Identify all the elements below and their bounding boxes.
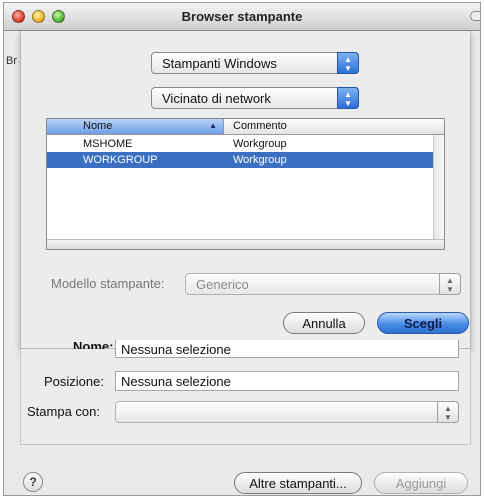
row-name: MSHOME [83,138,133,150]
popup-arrows-icon: ▲ ▼ [337,52,359,74]
printer-browser-window: Browser stampante Br Stampanti Windows ▲… [3,2,481,496]
row-comment: Workgroup [233,138,287,150]
print-with-label: Stampa con: [27,404,100,419]
help-button[interactable]: ? [23,472,43,492]
protocol-popup[interactable]: Stampanti Windows ▲ ▼ [151,52,359,74]
toolbar-toggle-icon[interactable] [470,11,480,21]
list-row-workgroup[interactable]: WORKGROUP Workgroup [47,152,435,168]
printer-details-panel: Nome: Nessuna selezione Posizione: Nessu… [20,339,471,445]
column-header-nome[interactable]: Nome ▲ [47,119,224,134]
list-vertical-scrollbar[interactable] [433,135,444,249]
scope-popup-value: Vicinato di network [162,91,271,106]
cancel-button[interactable]: Annulla [283,312,365,334]
title-bar: Browser stampante [4,3,480,31]
list-header: Nome ▲ Commento [47,119,444,135]
column-header-commento[interactable]: Commento [233,120,287,132]
model-popup-value: Generico [196,277,249,292]
more-printers-button[interactable]: Altre stampanti... [234,472,362,494]
protocol-popup-value: Stampanti Windows [162,56,277,71]
add-button[interactable]: Aggiungi [374,472,468,494]
row-comment: Workgroup [233,154,287,166]
print-with-popup[interactable]: ▲ ▼ [115,401,459,423]
row-name: WORKGROUP [83,154,158,166]
sort-ascending-icon: ▲ [209,121,217,130]
printer-list[interactable]: Nome ▲ Commento MSHOME Workgroup WORKGRO… [46,118,445,250]
choose-button[interactable]: Scegli [377,312,469,334]
position-label: Posizione: [44,374,104,389]
popup-arrows-icon: ▲ ▼ [439,273,461,295]
background-window-label: Br [6,55,17,67]
list-bottom-bar [47,239,444,249]
popup-arrows-icon: ▲ ▼ [337,87,359,109]
windows-printers-sheet: Stampanti Windows ▲ ▼ Vicinato di network… [20,31,471,349]
name-field: Nessuna selezione [115,340,459,358]
scope-popup[interactable]: Vicinato di network ▲ ▼ [151,87,359,109]
name-label: Nome: [73,339,114,349]
popup-arrows-icon: ▲ ▼ [437,401,459,423]
model-label: Modello stampante: [51,276,165,291]
model-popup[interactable]: Generico ▲ ▼ [185,273,461,295]
position-field[interactable]: Nessuna selezione [115,371,459,391]
list-row-mshome[interactable]: MSHOME Workgroup [47,136,435,152]
window-title: Browser stampante [181,9,303,24]
